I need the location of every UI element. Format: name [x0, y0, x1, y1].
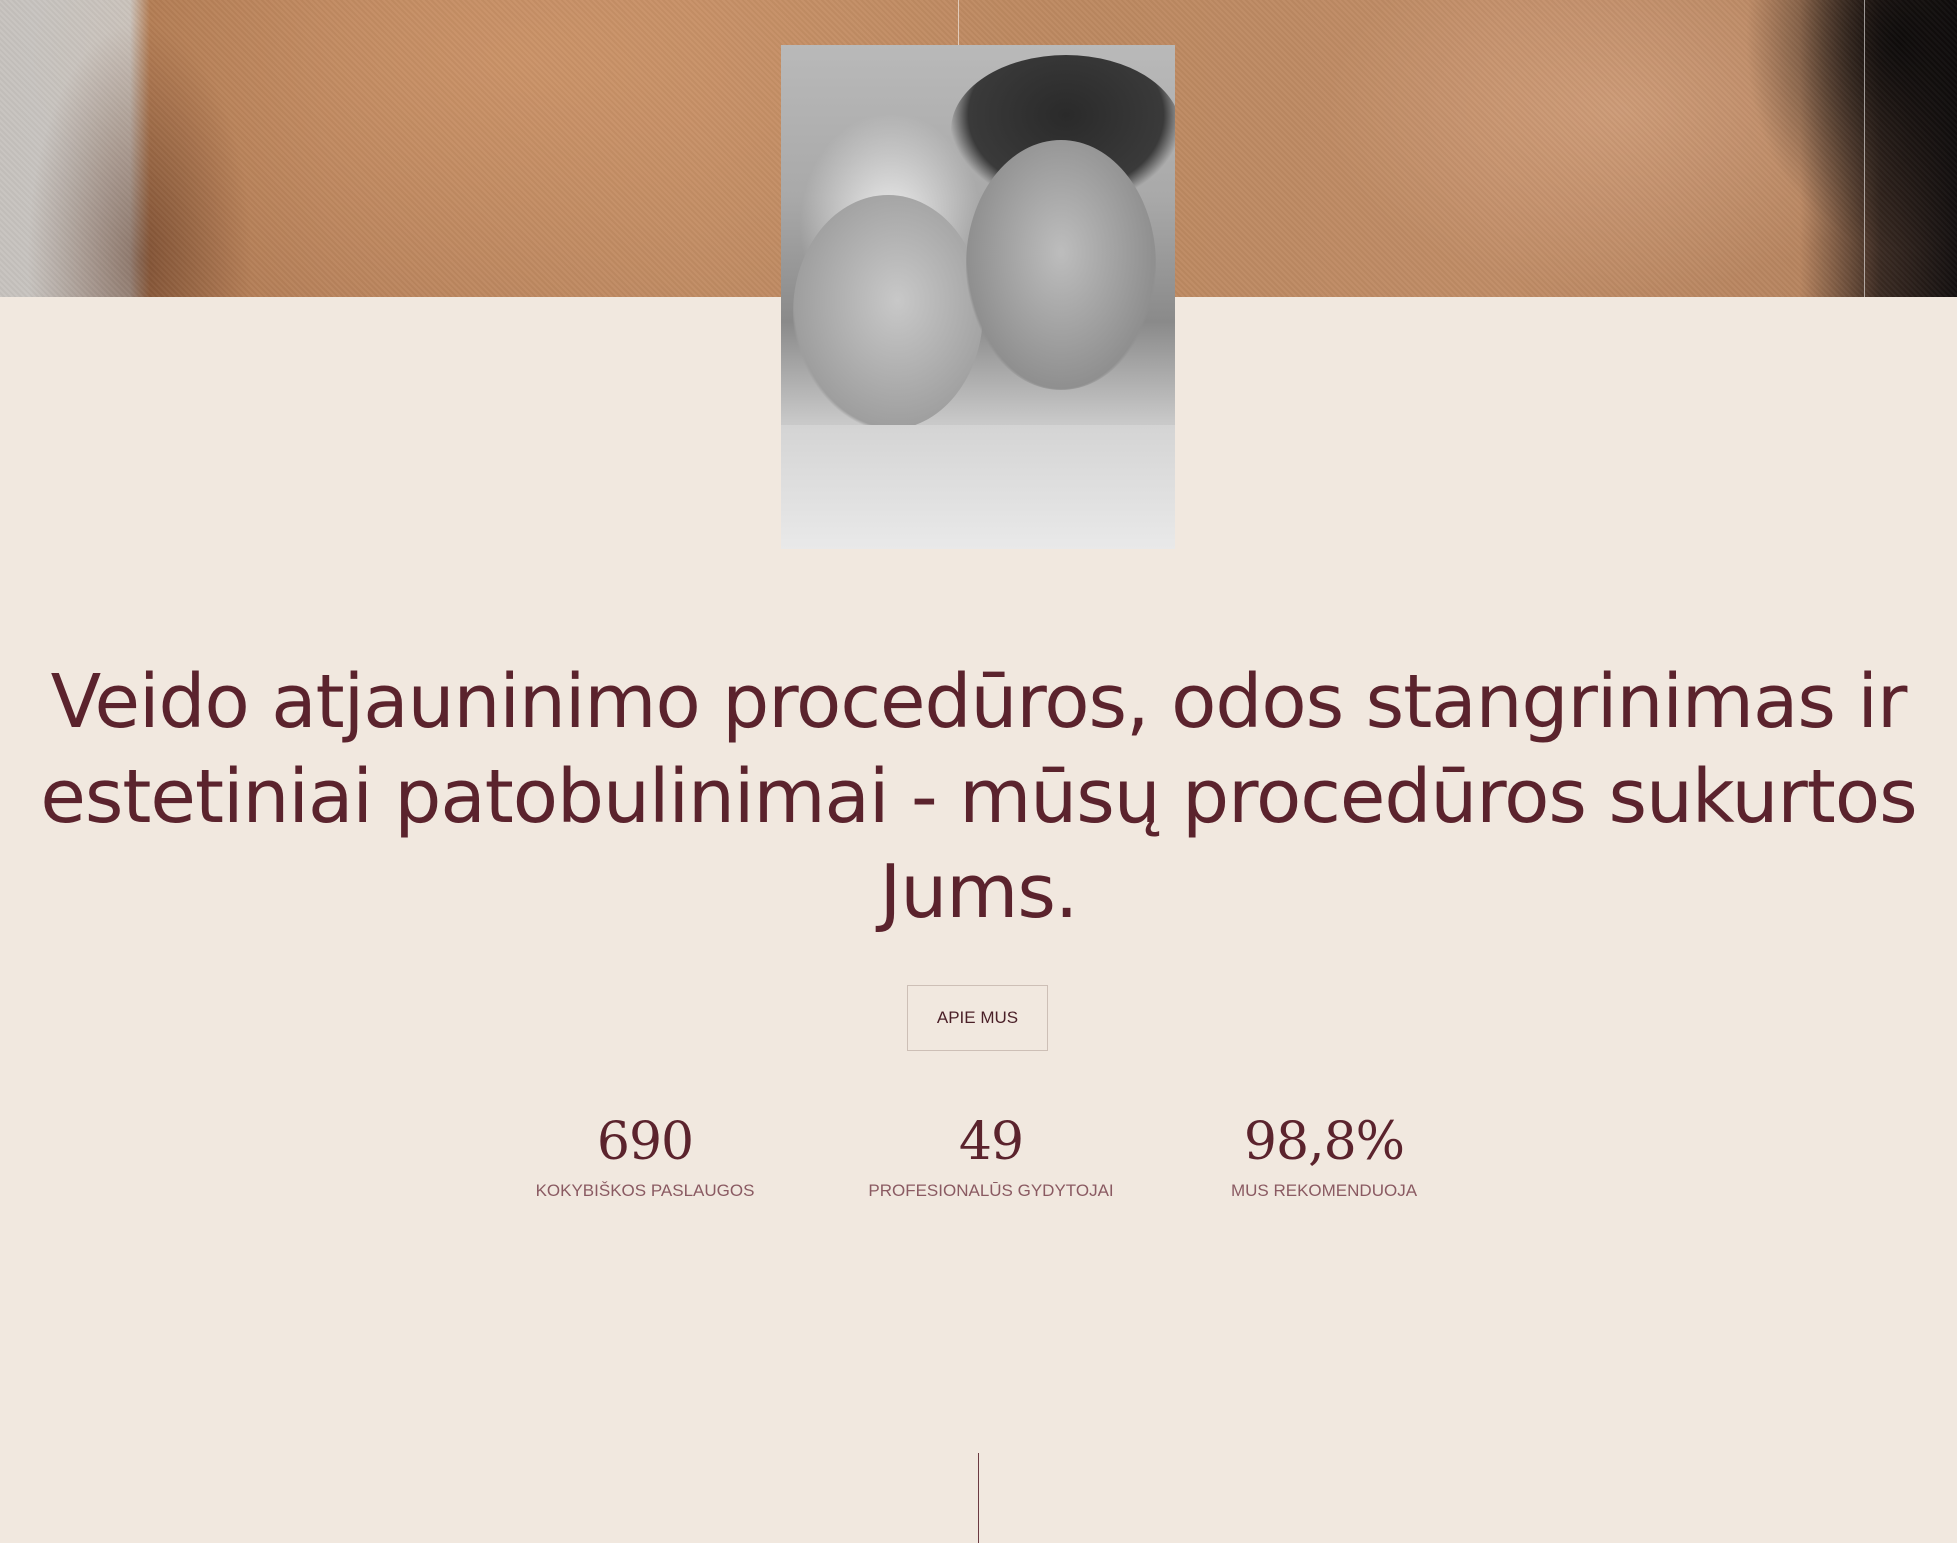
portrait-clothing: [781, 425, 1175, 549]
stat-value: 98,8%: [1243, 1112, 1405, 1172]
stat-item: 49 PROFESIONALŪS GYDYTOJAI: [868, 1110, 1113, 1202]
portrait-image: [781, 45, 1175, 549]
stat-label: PROFESIONALŪS GYDYTOJAI: [868, 1181, 1114, 1200]
portrait-face-left: [793, 195, 983, 430]
stat-label: MUS REKOMENDUOJA: [1230, 1181, 1418, 1200]
page-headline: Veido atjauninimo procedūros, odos stang…: [40, 659, 1917, 935]
stat-label: KOKYBIŠKOS PASLAUGOS: [535, 1181, 755, 1200]
hero-divider-line: [958, 0, 959, 46]
stat-item: 690 KOKYBIŠKOS PASLAUGOS: [536, 1110, 755, 1202]
stats-section: 690 KOKYBIŠKOS PASLAUGOS 49 PROFESIONALŪ…: [0, 1110, 1957, 1220]
hero-divider-line: [1864, 0, 1865, 297]
stat-value: 690: [596, 1112, 694, 1172]
scroll-indicator-line: [978, 1453, 979, 1543]
portrait-face-right: [966, 140, 1156, 390]
stat-item: 98,8% MUS REKOMENDUOJA: [1231, 1110, 1417, 1202]
about-us-button[interactable]: APIE MUS: [907, 985, 1048, 1051]
stat-value: 49: [958, 1112, 1024, 1172]
